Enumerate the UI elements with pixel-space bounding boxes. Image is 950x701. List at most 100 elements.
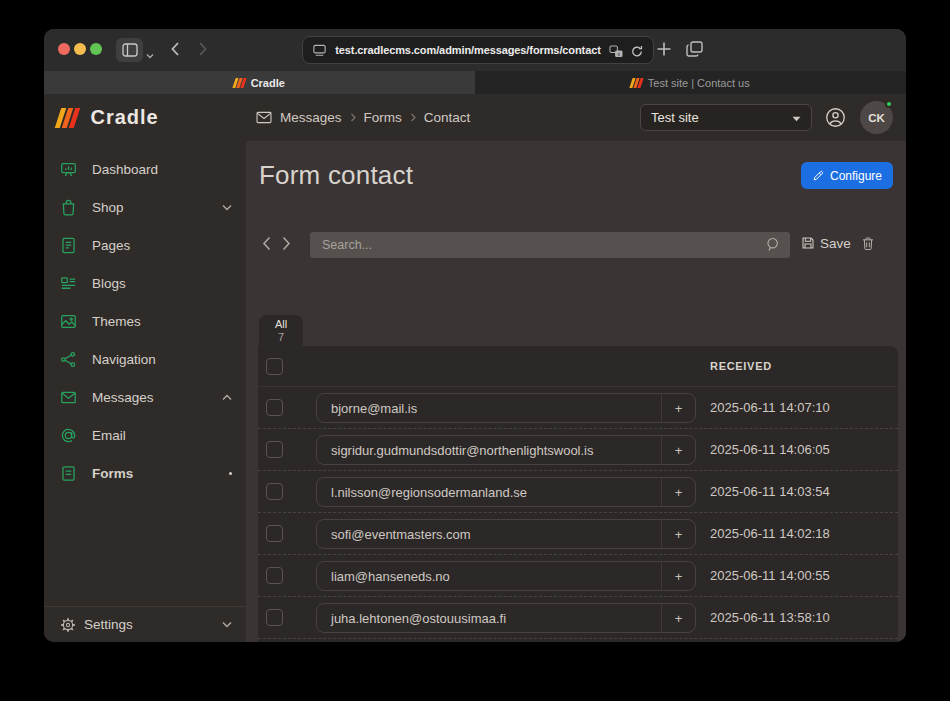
search-box: [310, 232, 790, 258]
sidebar-toggle-button[interactable]: [116, 38, 143, 62]
row-checkbox[interactable]: [266, 399, 283, 416]
row-checkbox[interactable]: [266, 525, 283, 542]
sidebar-item-pages[interactable]: Pages: [44, 226, 246, 264]
active-page-dot: [229, 472, 232, 475]
sidebar-item-forms[interactable]: Forms: [44, 454, 246, 492]
table-row[interactable]: sofi@eventmasters.com+ 2025-06-11 14:02:…: [258, 513, 898, 555]
browser-window: test.cradlecms.com/admin/messages/forms/…: [44, 29, 906, 642]
site-selector[interactable]: Test site: [640, 104, 812, 131]
chevron-down-icon: [146, 53, 154, 59]
reload-icon[interactable]: [631, 44, 643, 62]
email-pill[interactable]: l.nilsson@regionsodermanland.se+: [316, 477, 696, 507]
select-all-checkbox[interactable]: [266, 358, 283, 375]
site-selector-value: Test site: [651, 110, 699, 125]
row-checkbox[interactable]: [266, 483, 283, 500]
toolbar: Save: [246, 232, 906, 258]
received-timestamp: 2025-06-11 14:06:05: [710, 442, 830, 457]
table-row[interactable]: juha.lehtonen@ostouusimaa.fi+ 2025-06-11…: [258, 597, 898, 639]
email-pill[interactable]: liam@hanseneds.no+: [316, 561, 696, 591]
new-tab-button[interactable]: [656, 41, 672, 61]
minimize-window-button[interactable]: [74, 43, 86, 55]
search-input[interactable]: [310, 238, 790, 252]
configure-button[interactable]: Configure: [801, 162, 893, 189]
save-button[interactable]: Save: [800, 235, 851, 251]
filter-tab-count: 7: [278, 331, 284, 344]
blogs-icon: [58, 273, 78, 293]
search-icon: [765, 236, 782, 257]
sidebar-item-label: Messages: [92, 390, 154, 405]
zoom-window-button[interactable]: [90, 43, 102, 55]
pencil-icon: [812, 169, 825, 182]
row-checkbox[interactable]: [266, 609, 283, 626]
chevron-right-icon: [282, 236, 291, 251]
envelope-icon: [256, 111, 272, 124]
cradle-favicon: [233, 78, 247, 88]
app-logo[interactable]: Cradle: [44, 106, 246, 129]
tab-title: Cradle: [251, 77, 285, 89]
sidebar-item-dashboard[interactable]: Dashboard: [44, 150, 246, 188]
received-timestamp: 2025-06-11 13:58:10: [710, 610, 830, 625]
breadcrumb-messages[interactable]: Messages: [280, 110, 342, 125]
translate-icon[interactable]: x: [609, 44, 623, 62]
sidebar: Dashboard Shop Pages Blogs Themes Na: [44, 141, 246, 642]
email-pill[interactable]: sofi@eventmasters.com+: [316, 519, 696, 549]
email-pill[interactable]: bjorne@mail.is +: [316, 393, 696, 423]
sidebar-toggle-chevron[interactable]: [146, 45, 154, 63]
browser-tab-cradle[interactable]: Cradle: [44, 71, 475, 94]
browser-forward-button[interactable]: [198, 41, 208, 61]
row-checkbox[interactable]: [266, 567, 283, 584]
expand-button[interactable]: +: [661, 394, 695, 422]
table-row[interactable]: liam@hanseneds.no+ 2025-06-11 14:00:55: [258, 555, 898, 597]
sidebar-item-blogs[interactable]: Blogs: [44, 264, 246, 302]
prev-page-button[interactable]: [262, 236, 271, 255]
email-text: bjorne@mail.is: [317, 401, 417, 416]
sidebar-item-email[interactable]: Email: [44, 416, 246, 454]
avatar-initials: CK: [868, 112, 885, 124]
filter-tab-all[interactable]: All 7: [259, 315, 303, 346]
sidebar-item-label: Email: [92, 428, 126, 443]
table-row[interactable]: bjorne@mail.is + 2025-06-11 14:07:10: [258, 387, 898, 429]
url-text[interactable]: test.cradlecms.com/admin/messages/forms/…: [331, 37, 605, 63]
browser-back-button[interactable]: [170, 41, 180, 61]
tab-overview-button[interactable]: [686, 41, 703, 61]
expand-button[interactable]: +: [661, 520, 695, 548]
dashboard-icon: [58, 159, 78, 179]
shop-icon: [58, 197, 78, 217]
svg-text:x: x: [618, 51, 621, 57]
next-page-button[interactable]: [282, 236, 291, 255]
expand-button[interactable]: +: [661, 604, 695, 632]
url-bar[interactable]: test.cradlecms.com/admin/messages/forms/…: [302, 36, 654, 64]
received-timestamp: 2025-06-11 14:03:54: [710, 484, 830, 499]
expand-button[interactable]: +: [661, 562, 695, 590]
sidebar-item-shop[interactable]: Shop: [44, 188, 246, 226]
account-button[interactable]: [825, 107, 846, 132]
table-row[interactable]: sigridur.gudmundsdottir@northenlightswoo…: [258, 429, 898, 471]
chevron-right-icon: [198, 41, 208, 57]
sidebar-item-navigation[interactable]: Navigation: [44, 340, 246, 378]
sidebar-item-label: Themes: [92, 314, 141, 329]
email-pill[interactable]: juha.lehtonen@ostouusimaa.fi+: [316, 603, 696, 633]
navigation-icon: [58, 349, 78, 369]
sidebar-item-settings[interactable]: Settings: [44, 606, 246, 642]
browser-titlebar: test.cradlecms.com/admin/messages/forms/…: [44, 29, 906, 71]
chevron-down-icon: [222, 204, 232, 211]
email-pill[interactable]: sigridur.gudmundsdottir@northenlightswoo…: [316, 435, 696, 465]
browser-tab-test-site[interactable]: Test site | Contact us: [475, 71, 906, 94]
table-row[interactable]: l.nilsson@regionsodermanland.se+ 2025-06…: [258, 471, 898, 513]
close-window-button[interactable]: [58, 43, 70, 55]
sidebar-item-label: Navigation: [92, 352, 156, 367]
app-logo-text: Cradle: [91, 106, 159, 129]
row-checkbox[interactable]: [266, 441, 283, 458]
received-timestamp: 2025-06-11 14:07:10: [710, 400, 830, 415]
sidebar-item-label: Blogs: [92, 276, 126, 291]
gear-icon: [58, 615, 78, 635]
breadcrumb-forms[interactable]: Forms: [364, 110, 402, 125]
expand-button[interactable]: +: [661, 436, 695, 464]
delete-button[interactable]: [860, 235, 876, 256]
expand-button[interactable]: +: [661, 478, 695, 506]
cradle-logo-icon: [55, 108, 80, 128]
sidebar-item-messages[interactable]: Messages: [44, 378, 246, 416]
reader-view-icon[interactable]: [312, 43, 327, 62]
breadcrumb-contact[interactable]: Contact: [424, 110, 471, 125]
sidebar-item-themes[interactable]: Themes: [44, 302, 246, 340]
